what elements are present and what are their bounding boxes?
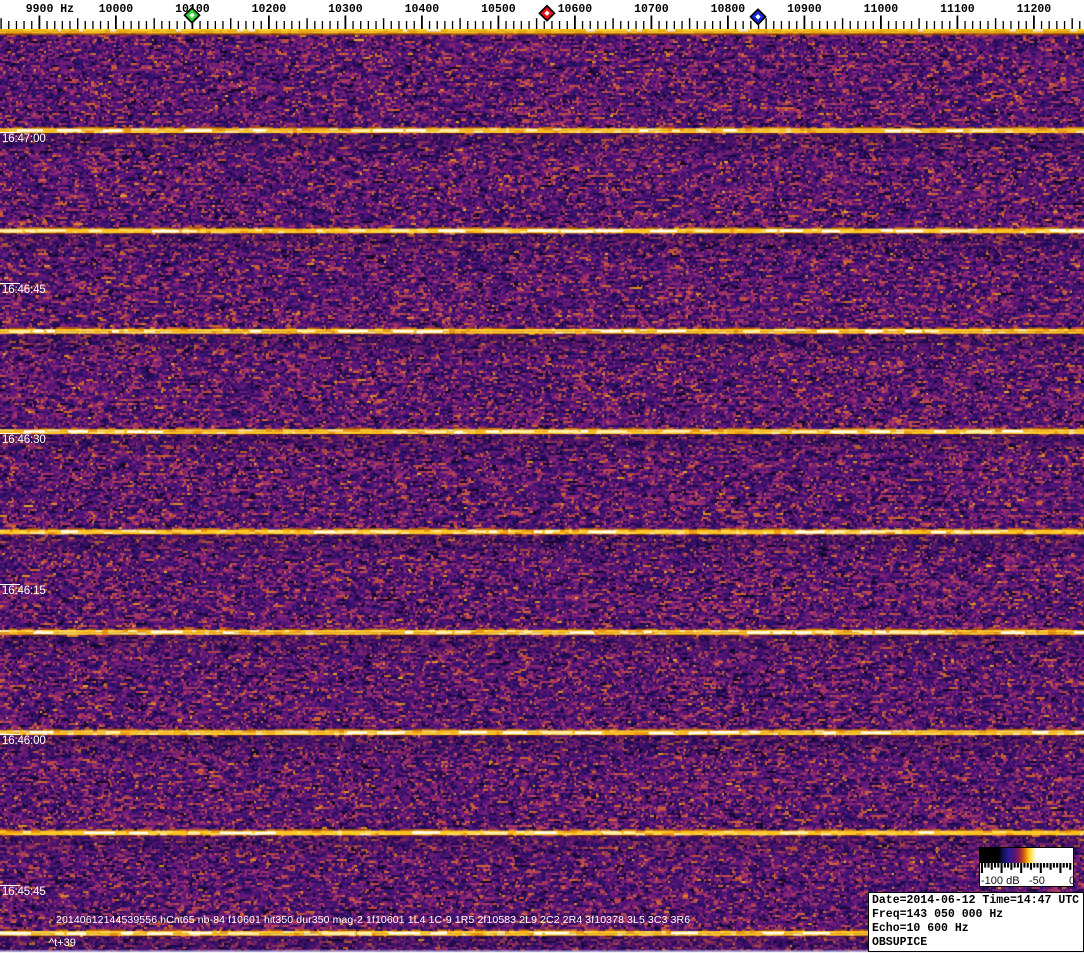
svg-text:10500: 10500 [481,3,516,16]
svg-text:10900: 10900 [787,3,822,16]
svg-text:11000: 11000 [864,3,899,16]
svg-text:10300: 10300 [328,3,363,16]
svg-text:10600: 10600 [558,3,593,16]
svg-text:11200: 11200 [1017,3,1052,16]
svg-text:11100: 11100 [940,3,975,16]
svg-text:10800: 10800 [711,3,746,16]
svg-text:10700: 10700 [634,3,669,16]
svg-text:10200: 10200 [252,3,287,16]
svg-text:10000: 10000 [99,3,134,16]
svg-text:10400: 10400 [405,3,440,16]
svg-text:9900 Hz: 9900 Hz [26,3,74,16]
